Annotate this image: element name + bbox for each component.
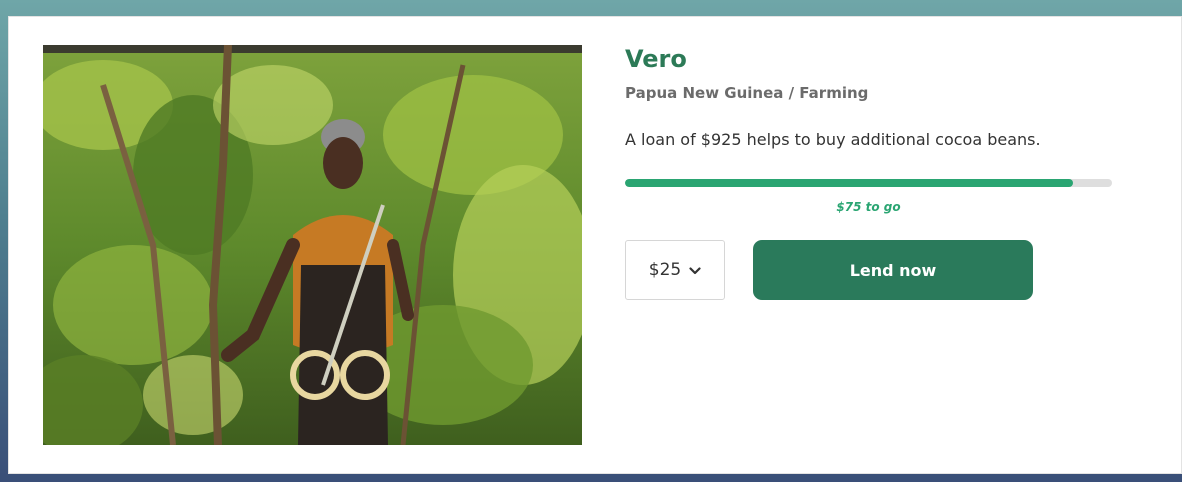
funding-progress-fill [625, 179, 1074, 187]
remaining-amount: $75 to go [836, 200, 901, 214]
chevron-down-icon [689, 260, 701, 280]
loan-description: A loan of $925 helps to buy additional c… [625, 130, 1041, 149]
loan-info: Vero Papua New Guinea / Farming A loan o… [625, 43, 1125, 300]
amount-dropdown[interactable]: $25 [625, 240, 725, 300]
borrower-photo[interactable] [43, 45, 582, 445]
borrower-name[interactable]: Vero [625, 43, 1125, 75]
lend-actions: $25 Lend now [625, 240, 1125, 300]
funding-progress-bar [625, 179, 1112, 187]
amount-selected-value: $25 [648, 260, 682, 280]
lend-now-button[interactable]: Lend now [753, 240, 1033, 300]
location-sector: Papua New Guinea / Farming [625, 84, 869, 102]
borrower-photo-image [43, 45, 582, 445]
loan-card: Vero Papua New Guinea / Farming A loan o… [8, 16, 1182, 474]
